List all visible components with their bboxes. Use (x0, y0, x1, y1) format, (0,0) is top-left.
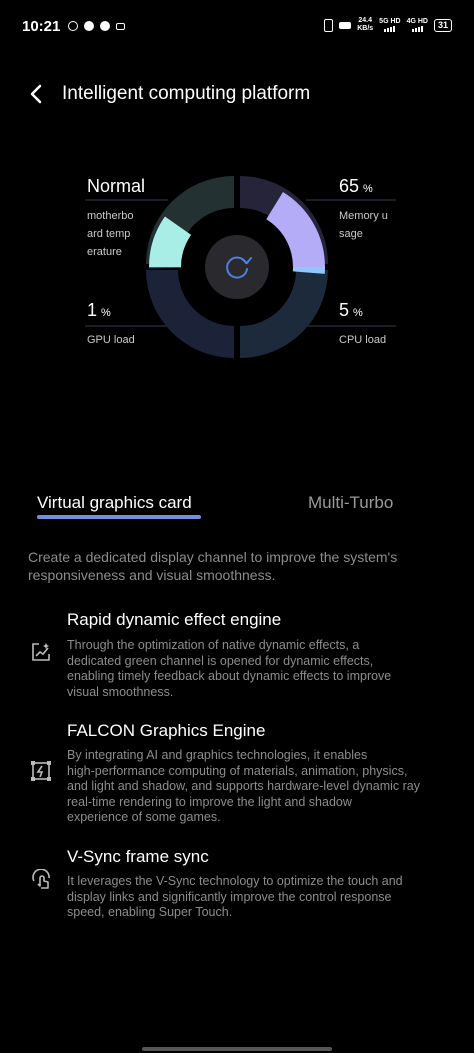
cpu-value: 5% (339, 300, 363, 320)
notification-icons (68, 21, 125, 31)
feature-title: FALCON Graphics Engine (67, 721, 266, 740)
sim1-signal: 5G HD (379, 18, 401, 32)
home-indicator[interactable] (142, 1047, 332, 1051)
tab-active-indicator (37, 515, 201, 519)
chat-icon (100, 21, 110, 31)
feature-description: By integrating AI and graphics technolog… (67, 748, 420, 824)
page-title: Intelligent computing platform (62, 83, 311, 104)
status-time: 10:21 (22, 18, 61, 35)
signal-icon (411, 26, 423, 32)
cloud-icon (84, 21, 94, 31)
cpu-label: CPU load (339, 334, 387, 346)
feature-title: Rapid dynamic effect engine (67, 610, 282, 629)
memory-label: Memory u sage (339, 210, 388, 240)
gpu-fill (149, 267, 182, 269)
tab-multi-turbo[interactable]: Multi-Turbo (308, 493, 393, 513)
bed-icon (339, 21, 352, 29)
gpu-label: GPU load (87, 334, 135, 346)
feature-description: Through the optimization of native dynam… (67, 638, 392, 699)
feature-title: V-Sync frame sync (67, 847, 209, 866)
feature-description: It leverages the V-Sync technology to op… (67, 874, 403, 919)
dynamic-effect-icon (32, 643, 50, 661)
refresh-button[interactable] (205, 235, 269, 299)
battery-indicator: 31 (433, 18, 452, 32)
graphics-engine-icon (31, 761, 51, 781)
status-right: 24.4 KB/s 5G HD 4G HD 31 (324, 17, 452, 33)
temperature-value: Normal (87, 176, 146, 196)
net-speed: 24.4 KB/s (357, 17, 374, 32)
instagram-icon (68, 21, 78, 31)
tab-virtual-graphics-card[interactable]: Virtual graphics card (37, 493, 192, 513)
more-icon (116, 22, 125, 30)
vibrate-icon (324, 18, 334, 32)
temperature-label: motherbo ard temp erature (87, 210, 134, 258)
memory-value: 65% (339, 176, 373, 196)
touch-sync-icon (32, 869, 50, 889)
section-description: Create a dedicated display channel to im… (28, 549, 398, 583)
sim2-signal: 4G HD (407, 18, 428, 32)
gpu-value: 1% (87, 300, 111, 320)
signal-icon (384, 26, 396, 32)
back-arrow-icon[interactable] (26, 82, 46, 106)
